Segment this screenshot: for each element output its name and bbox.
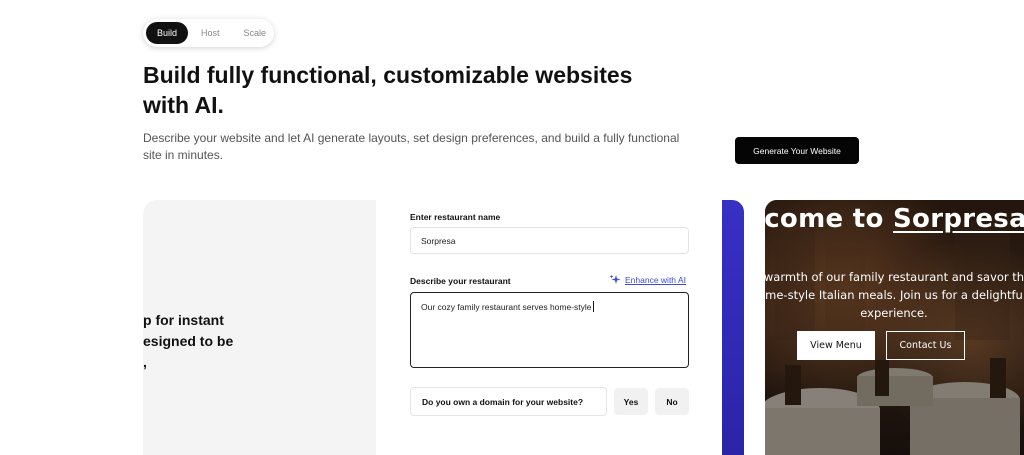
hero-title-line1: Build fully functional, customizable web… bbox=[143, 62, 633, 88]
section-tabs: Build Host Scale bbox=[143, 19, 274, 47]
hero-desc-line1: Describe your website and let AI generat… bbox=[143, 131, 680, 145]
preview-title: lcome to Sorpresa bbox=[765, 204, 1024, 234]
hero-title: Build fully functional, customizable web… bbox=[143, 60, 663, 120]
preview-description: warmth of our family restaurant and savo… bbox=[765, 268, 1024, 322]
tab-scale[interactable]: Scale bbox=[233, 22, 278, 44]
text-caret bbox=[592, 301, 594, 312]
domain-question: Do you own a domain for your website? bbox=[410, 387, 607, 416]
tab-host[interactable]: Host bbox=[190, 22, 231, 44]
left-panel-text: p for instant esigned to be , bbox=[143, 310, 376, 373]
yes-button[interactable]: Yes bbox=[614, 388, 648, 415]
preview-desc-line1: warmth of our family restaurant and savo… bbox=[765, 270, 1024, 284]
generate-website-button[interactable]: Generate Your Website bbox=[735, 137, 859, 164]
restaurant-interior-image bbox=[765, 200, 1024, 455]
tab-build[interactable]: Build bbox=[146, 22, 189, 44]
enhance-with-ai-label: Enhance with AI bbox=[625, 275, 686, 285]
left-preview-panel: p for instant esigned to be , bbox=[143, 200, 376, 455]
hero-title-line2: with AI. bbox=[143, 92, 224, 118]
restaurant-description-textarea[interactable]: Our cozy family restaurant serves home-s… bbox=[410, 292, 689, 368]
view-menu-button[interactable]: View Menu bbox=[797, 331, 875, 360]
blue-preview-card bbox=[722, 200, 744, 455]
hero-desc-line2: site in minutes. bbox=[143, 148, 224, 162]
no-button[interactable]: No bbox=[655, 388, 689, 415]
preview-title-prefix: lcome to bbox=[765, 204, 894, 234]
restaurant-description-value: Our cozy family restaurant serves home-s… bbox=[421, 302, 592, 312]
preview-desc-line2: me-style Italian meals. Join us for a de… bbox=[765, 288, 1023, 302]
describe-restaurant-label: Describe your restaurant bbox=[410, 276, 511, 286]
restaurant-name-input[interactable]: Sorpresa bbox=[410, 227, 689, 254]
restaurant-website-preview: lcome to Sorpresa warmth of our family r… bbox=[765, 200, 1024, 455]
left-panel-line1: p for instant bbox=[143, 312, 224, 328]
left-panel-line3: , bbox=[143, 354, 147, 370]
enhance-with-ai-link[interactable]: Enhance with AI bbox=[609, 274, 686, 286]
left-panel-line2: esigned to be bbox=[143, 333, 234, 349]
sparkle-icon bbox=[609, 274, 621, 284]
preview-desc-line3: experience. bbox=[860, 306, 928, 320]
restaurant-name-value: Sorpresa bbox=[421, 235, 456, 246]
hero-description: Describe your website and let AI generat… bbox=[143, 130, 703, 164]
contact-us-button[interactable]: Contact Us bbox=[886, 331, 965, 360]
restaurant-name-label: Enter restaurant name bbox=[410, 212, 501, 222]
preview-restaurant-name: Sorpresa bbox=[893, 204, 1024, 234]
